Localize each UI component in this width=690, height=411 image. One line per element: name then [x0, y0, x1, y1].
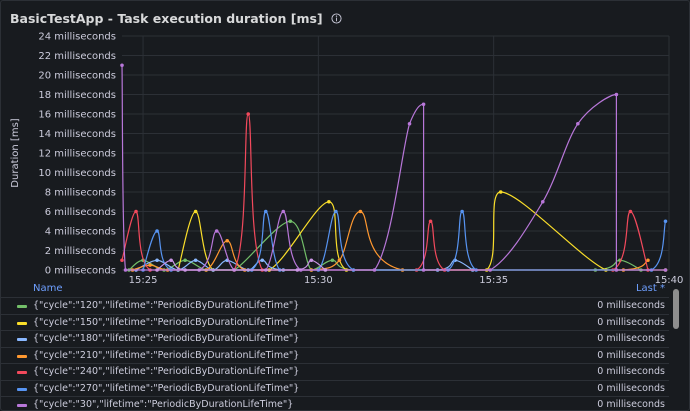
legend-value: 0 milliseconds — [597, 382, 665, 394]
legend-swatch[interactable] — [17, 371, 27, 374]
legend-last-header[interactable]: Last * — [636, 283, 665, 294]
data-point[interactable] — [123, 268, 128, 272]
data-point[interactable] — [540, 199, 545, 204]
y-axis-label: Duration [ms] — [10, 118, 21, 187]
data-point[interactable] — [337, 258, 342, 263]
data-point[interactable] — [183, 258, 187, 263]
data-point[interactable] — [246, 112, 251, 116]
series-line-3[interactable] — [132, 210, 649, 271]
legend-table: Name Last * {"cycle":"120","lifetime":"P… — [1, 281, 689, 410]
data-point[interactable] — [309, 258, 314, 263]
data-point[interactable] — [155, 229, 159, 233]
legend-swatch[interactable] — [17, 404, 27, 407]
data-point[interactable] — [288, 219, 293, 224]
legend-value: 0 milliseconds — [597, 300, 665, 311]
legend-row[interactable]: {"cycle":"210","lifetime":"PeriodicByDur… — [1, 346, 669, 364]
y-tick-label: 18 milliseconds — [38, 90, 116, 101]
data-point[interactable] — [120, 258, 124, 263]
y-tick-label: 16 milliseconds — [38, 110, 116, 121]
legend-label[interactable]: {"cycle":"120","lifetime":"PeriodicByDur… — [33, 300, 299, 311]
y-tick-label: 14 milliseconds — [38, 129, 116, 140]
data-point[interactable] — [155, 268, 159, 272]
legend-label[interactable]: {"cycle":"150","lifetime":"PeriodicByDur… — [33, 317, 299, 328]
y-tick-label: 6 milliseconds — [45, 207, 116, 218]
data-point[interactable] — [663, 219, 668, 224]
series-line-5[interactable] — [142, 210, 667, 271]
legend-row[interactable]: {"cycle":"30","lifetime":"PeriodicByDura… — [1, 396, 669, 410]
data-point[interactable] — [614, 268, 619, 272]
data-point[interactable] — [646, 258, 650, 263]
legend-value: 0 milliseconds — [597, 366, 665, 377]
data-point[interactable] — [281, 209, 286, 214]
y-tick-label: 4 milliseconds — [45, 227, 116, 238]
legend-swatch[interactable] — [17, 387, 27, 391]
legend-swatch[interactable] — [17, 305, 27, 308]
data-point[interactable] — [488, 268, 492, 272]
data-point[interactable] — [372, 268, 377, 272]
line-chart: 0 milliseconds 2 milliseconds 4 millisecon… — [10, 32, 683, 284]
data-point[interactable] — [193, 209, 198, 214]
legend-row[interactable]: {"cycle":"120","lifetime":"PeriodicByDur… — [1, 297, 669, 314]
y-tick-label: 0 milliseconds — [45, 266, 116, 277]
legend-row[interactable]: {"cycle":"180","lifetime":"PeriodicByDur… — [1, 330, 669, 347]
legend-swatch[interactable] — [17, 354, 27, 358]
legend-row[interactable]: {"cycle":"150","lifetime":"PeriodicByDur… — [1, 313, 669, 331]
data-point[interactable] — [334, 209, 338, 214]
legend-label[interactable]: {"cycle":"240","lifetime":"PeriodicByDur… — [33, 366, 299, 377]
data-point[interactable] — [134, 209, 138, 214]
legend-label[interactable]: {"cycle":"30","lifetime":"PeriodicByDura… — [33, 399, 293, 410]
data-point[interactable] — [358, 209, 363, 214]
data-point[interactable] — [330, 258, 335, 263]
data-point[interactable] — [327, 199, 331, 204]
data-point[interactable] — [225, 238, 229, 243]
data-point[interactable] — [323, 268, 328, 272]
chart-panel: BasicTestApp - Task execution duration [… — [0, 0, 690, 411]
data-point[interactable] — [614, 92, 619, 97]
data-point[interactable] — [148, 263, 152, 267]
data-point[interactable] — [214, 229, 219, 233]
y-tick-label: 20 milliseconds — [38, 71, 116, 82]
data-point[interactable] — [421, 102, 426, 107]
legend-label[interactable]: {"cycle":"210","lifetime":"PeriodicByDur… — [33, 350, 299, 361]
y-tick-label: 2 milliseconds — [45, 246, 116, 257]
data-point[interactable] — [421, 268, 426, 272]
data-point[interactable] — [155, 258, 159, 263]
data-point[interactable] — [193, 258, 198, 263]
legend-label[interactable]: {"cycle":"270","lifetime":"PeriodicByDur… — [33, 383, 299, 394]
y-tick-label: 24 milliseconds — [38, 32, 116, 43]
scrollbar-thumb[interactable] — [673, 289, 679, 329]
y-tick-label: 12 milliseconds — [38, 149, 116, 160]
data-point[interactable] — [498, 190, 503, 194]
y-tick-label: 22 milliseconds — [38, 51, 116, 62]
y-tick-label: 8 milliseconds — [45, 188, 116, 199]
data-point[interactable] — [576, 121, 580, 126]
data-point[interactable] — [263, 209, 268, 214]
legend-name-header[interactable]: Name — [33, 283, 63, 294]
data-point[interactable] — [169, 258, 173, 263]
data-point[interactable] — [407, 121, 412, 126]
legend-value: 0 milliseconds — [597, 399, 665, 410]
legend-swatch[interactable] — [17, 338, 27, 341]
legend-value: 0 milliseconds — [597, 349, 665, 361]
legend-row[interactable]: {"cycle":"240","lifetime":"PeriodicByDur… — [1, 363, 669, 380]
series-line-6[interactable] — [121, 65, 666, 271]
data-point[interactable] — [260, 258, 265, 263]
legend-scrollbar[interactable] — [672, 289, 680, 407]
legend-value: 0 milliseconds — [597, 316, 665, 328]
legend-label[interactable]: {"cycle":"180","lifetime":"PeriodicByDur… — [33, 333, 299, 344]
data-point[interactable] — [628, 209, 633, 214]
data-point[interactable] — [663, 268, 668, 272]
legend-header: Name Last * — [1, 281, 669, 297]
data-point[interactable] — [428, 219, 433, 224]
legend-rows: {"cycle":"120","lifetime":"PeriodicByDur… — [1, 297, 669, 410]
legend-value: 0 milliseconds — [597, 333, 665, 344]
y-tick-label: 10 milliseconds — [38, 168, 116, 179]
data-point[interactable] — [183, 268, 187, 272]
legend-row[interactable]: {"cycle":"270","lifetime":"PeriodicByDur… — [1, 379, 669, 397]
data-point[interactable] — [295, 268, 300, 272]
data-point[interactable] — [120, 63, 124, 68]
data-point[interactable] — [460, 209, 464, 214]
legend-swatch[interactable] — [17, 321, 27, 325]
